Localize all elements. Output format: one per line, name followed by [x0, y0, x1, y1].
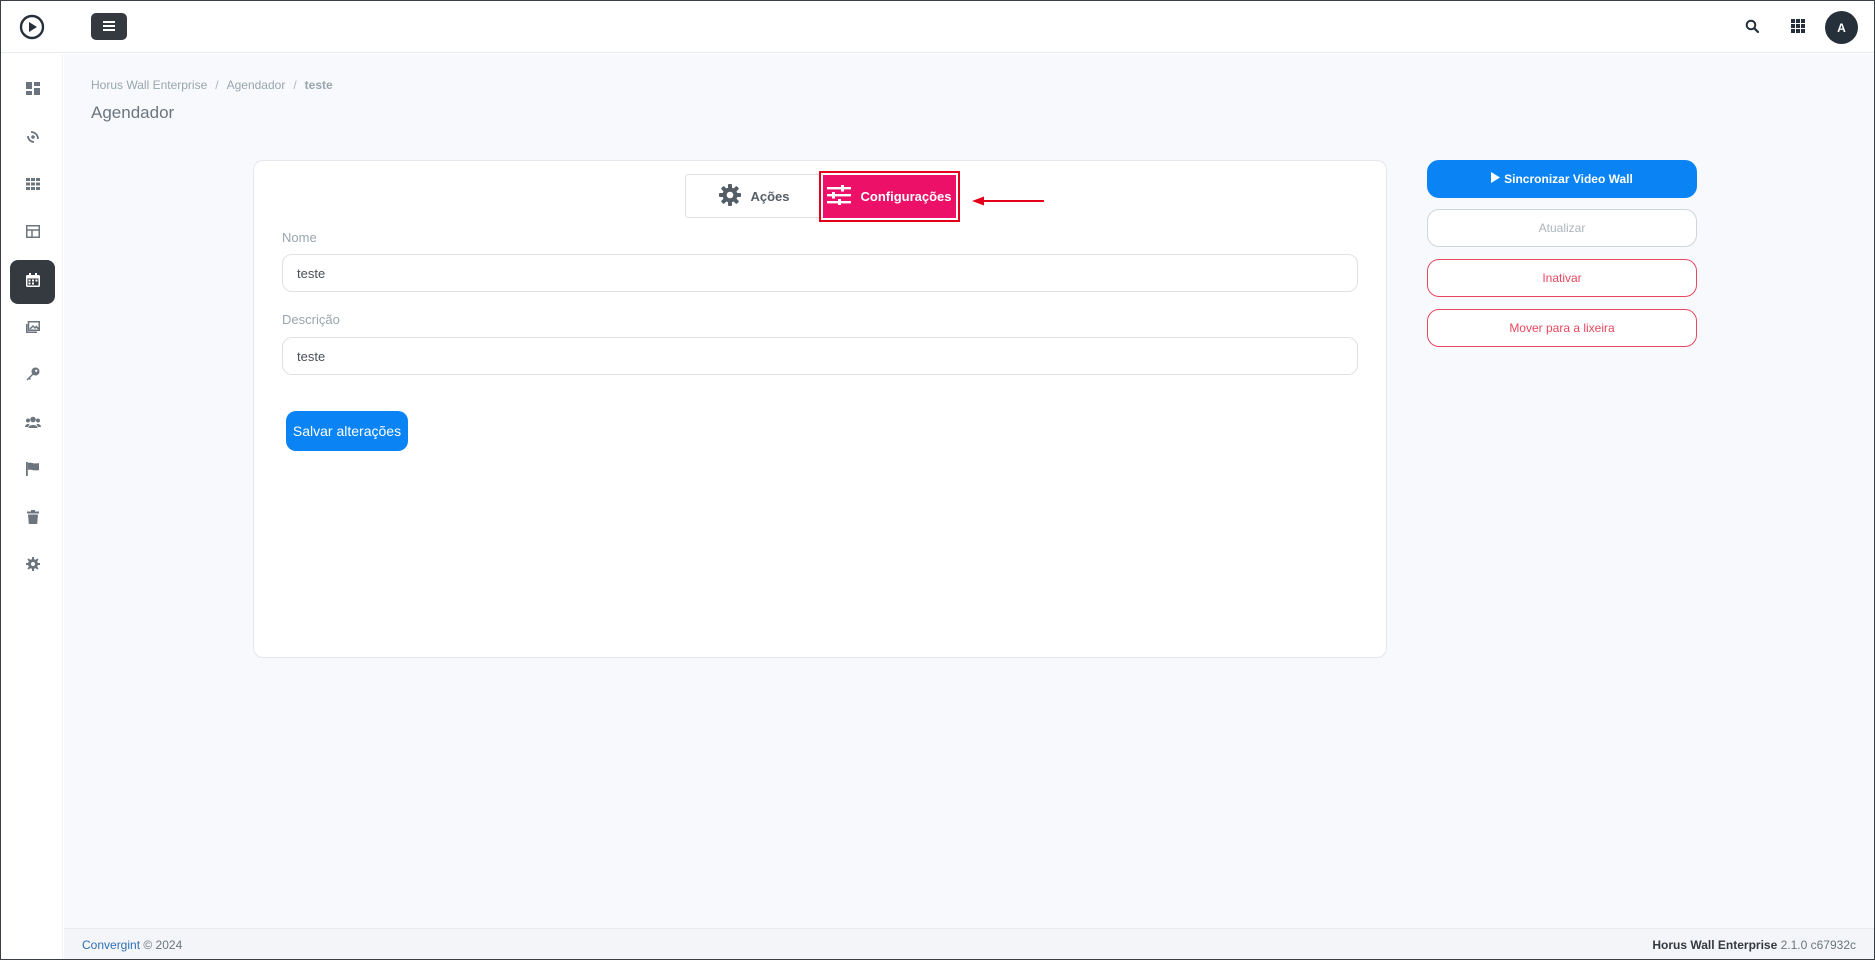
gear-icon	[25, 556, 40, 576]
play-icon	[1491, 172, 1501, 186]
calendar-icon	[25, 272, 40, 292]
grid-icon	[25, 177, 40, 195]
key-icon	[26, 367, 40, 386]
menu-toggle-button[interactable]	[91, 13, 127, 40]
annotation-arrow-icon	[972, 196, 1044, 206]
sidebar-item-settings[interactable]	[10, 544, 55, 588]
sidebar-item-keys[interactable]	[10, 354, 55, 398]
breadcrumb: Horus Wall Enterprise / Agendador / test…	[91, 78, 333, 92]
sidebar-item-users[interactable]	[10, 402, 55, 446]
footer: Convergint © 2024 Horus Wall Enterprise …	[64, 928, 1874, 959]
name-label: Nome	[282, 230, 317, 245]
sidebar-item-flags[interactable]	[10, 449, 55, 493]
scheduler-card	[253, 160, 1387, 658]
move-to-trash-button[interactable]: Mover para a lixeira	[1427, 309, 1697, 347]
breadcrumb-item-current: teste	[304, 78, 333, 92]
sidebar-item-dashboard[interactable]	[10, 69, 55, 113]
tab-bar: Ações	[685, 174, 823, 218]
product-name: Horus Wall Enterprise	[1652, 938, 1778, 952]
dashboard-icon	[25, 82, 40, 100]
name-input[interactable]	[282, 254, 1358, 292]
search-icon[interactable]	[1742, 16, 1762, 36]
sidebar	[1, 54, 63, 959]
update-button[interactable]: Atualizar	[1427, 209, 1697, 247]
description-input[interactable]	[282, 337, 1358, 375]
hamburger-icon	[103, 18, 115, 36]
media-icon	[25, 320, 40, 338]
layout-icon	[25, 225, 40, 243]
apps-grid-icon[interactable]	[1788, 16, 1808, 36]
sidebar-item-layout[interactable]	[10, 212, 55, 256]
user-avatar[interactable]: A	[1825, 11, 1858, 44]
copyright-text: © 2024	[143, 938, 183, 952]
tab-acoes[interactable]: Ações	[685, 174, 823, 218]
inactivate-button[interactable]: Inativar	[1427, 259, 1697, 297]
tab-configuracoes[interactable]: Configurações	[823, 175, 956, 218]
breadcrumb-separator: /	[293, 78, 297, 92]
gear-icon	[719, 183, 742, 209]
breadcrumb-item-scheduler[interactable]: Agendador	[227, 78, 286, 92]
sidebar-item-satellite[interactable]	[10, 117, 55, 161]
flag-icon	[26, 461, 39, 481]
company-link[interactable]: Convergint	[82, 938, 140, 952]
breadcrumb-separator: /	[215, 78, 219, 92]
version-text: 2.1.0 c67932c	[1780, 938, 1856, 952]
trash-icon	[26, 509, 39, 529]
sidebar-item-trash[interactable]	[10, 497, 55, 541]
highlight-annotation-box: Configurações	[819, 171, 960, 222]
sliders-icon	[827, 185, 852, 208]
tab-configuracoes-label: Configurações	[860, 189, 952, 204]
footer-version: Horus Wall Enterprise 2.1.0 c67932c	[1652, 938, 1856, 952]
footer-copyright: Convergint © 2024	[82, 938, 182, 952]
logo-play-icon[interactable]	[19, 14, 45, 40]
sync-video-wall-button[interactable]: Sincronizar Video Wall	[1427, 160, 1697, 198]
sync-video-wall-label: Sincronizar Video Wall	[1504, 172, 1633, 186]
sidebar-item-media[interactable]	[10, 307, 55, 351]
users-icon	[24, 415, 41, 433]
top-bar: A	[1, 1, 1874, 53]
save-changes-button[interactable]: Salvar alterações	[286, 411, 408, 451]
tab-acoes-label: Ações	[750, 188, 790, 204]
satellite-icon	[26, 130, 40, 149]
page-title: Agendador	[91, 103, 175, 122]
sidebar-item-scheduler[interactable]	[10, 260, 55, 304]
description-label: Descrição	[282, 312, 340, 327]
sidebar-item-grid[interactable]	[10, 164, 55, 208]
breadcrumb-item-home[interactable]: Horus Wall Enterprise	[91, 78, 207, 92]
